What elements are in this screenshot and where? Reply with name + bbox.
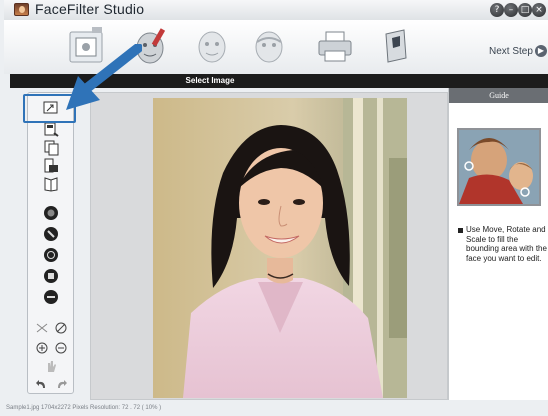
help-button[interactable]: ? [490,3,504,17]
copy-icon[interactable] [40,139,62,157]
scan-icon[interactable] [40,121,62,139]
status-bar: Sample1.jpg 1704x2272 Pixels Resolution:… [0,402,548,416]
guide-text: Use Move, Rotate and Scale to fill the b… [466,225,547,263]
title-bar: FaceFilter Studio ? – □ × [4,0,548,20]
redo-icon[interactable] [50,375,70,393]
save-tool-icon[interactable] [376,24,418,68]
print-tool-icon[interactable] [314,24,356,68]
pointer-arrow-icon [66,44,142,110]
effect-4-icon[interactable] [40,267,62,285]
book-icon[interactable] [40,175,62,193]
close-button[interactable]: × [532,3,546,17]
next-step-arrow-icon[interactable]: ▶ [535,45,547,57]
side-tool-panel [27,92,74,394]
effect-1-icon[interactable] [40,204,62,222]
app-logo-icon [14,3,29,16]
hand-icon[interactable] [40,357,62,375]
status-text: Sample1.jpg 1704x2272 Pixels Resolution:… [6,405,162,411]
minimize-button[interactable]: – [504,3,518,17]
maximize-button[interactable]: □ [518,3,532,17]
face-filter-tool-icon[interactable] [191,24,233,68]
zoom-out-icon[interactable] [50,339,70,357]
effect-5-icon[interactable] [40,288,62,306]
guide-bullet [458,228,463,233]
effect-2-icon[interactable] [40,225,62,243]
next-step-button[interactable]: Next Step [489,46,533,57]
fit-icon[interactable] [31,319,51,337]
app-title: FaceFilter Studio [35,1,145,17]
zoom-in-icon[interactable] [31,339,51,357]
paste-icon[interactable] [40,157,62,175]
face-mask-tool-icon[interactable] [248,24,290,68]
guide-panel: Guide Use Move, Rotate and Scale to fill… [448,88,548,400]
effect-3-icon[interactable] [40,246,62,264]
undo-icon[interactable] [31,375,51,393]
guide-example-image [457,128,541,206]
cancel-icon[interactable] [50,319,70,337]
guide-title: Guide [449,88,548,103]
facefilter-window: FaceFilter Studio ? – □ × Next Step ▶ Se… [0,0,548,416]
portrait-photo[interactable] [153,98,407,398]
